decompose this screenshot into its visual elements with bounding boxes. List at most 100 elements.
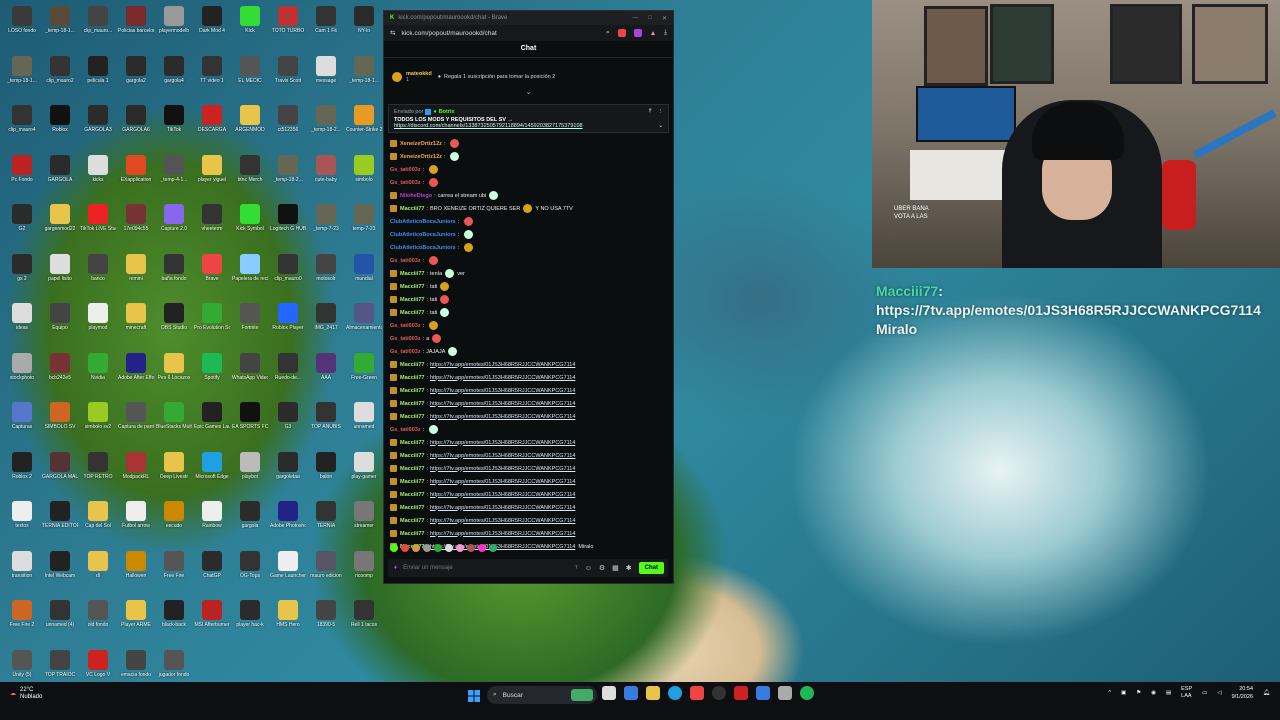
desktop-icon[interactable]: SIMBOLO SV [42, 402, 78, 430]
network-icon[interactable]: ▭ [1202, 690, 1207, 696]
desktop-icon[interactable]: textos [4, 501, 40, 529]
chat-message[interactable]: Gs_tati003z: [390, 319, 667, 332]
chat-link[interactable]: https://7tv.app/emotes/01JS3H68R5RJJCCWA… [430, 492, 575, 498]
desktop-icon[interactable]: Deep Livestr [156, 451, 192, 480]
desktop-icon[interactable]: TT video 1 [194, 55, 230, 84]
chat-message[interactable]: Macciii77: BRO XENEIZE ORTIZ QUIERE SER Y … [390, 202, 667, 215]
windows-start-icon[interactable] [468, 689, 480, 702]
minimize-icon[interactable]: — [632, 15, 638, 22]
desktop-icon[interactable]: NY-lo [346, 6, 382, 34]
desktop-icon[interactable]: cute-baby [308, 154, 344, 183]
desktop-icon[interactable]: TOTO TURBO [270, 6, 306, 34]
taskbar-search[interactable]: ⌕ Buscar [487, 686, 597, 704]
notification-icon[interactable]: 🔔︎ [1263, 690, 1270, 696]
desktop-icon[interactable]: Kick [232, 6, 268, 34]
chat-link[interactable]: https://7tv.app/emotes/01JS3H68R5RJJCCWA… [430, 388, 575, 394]
desktop-icon[interactable]: EA SPORTS FC 26 [232, 402, 268, 430]
desktop-icon[interactable]: Unity (5) [4, 649, 40, 678]
chat-username[interactable]: Macciii77 [400, 375, 424, 381]
desktop-icon[interactable]: _temp-4-1... [156, 154, 192, 183]
emote-icon[interactable] [478, 544, 486, 552]
gear-icon[interactable]: ✱ [626, 564, 632, 572]
tray-app-icon[interactable]: ▤ [1166, 690, 1171, 696]
desktop-icon[interactable]: simbolo [346, 154, 382, 183]
desktop-icon[interactable]: Pro Evolution Soccer 6 [194, 303, 230, 331]
chat-username[interactable]: Macciii77 [400, 479, 424, 485]
desktop-icon[interactable]: ricoomp [346, 550, 382, 579]
desktop-icon[interactable]: _temp-18-1... [42, 6, 78, 34]
desktop-icon[interactable]: play-gamer [346, 451, 382, 480]
chat-message[interactable]: Macciii77:https://7tv.app/emotes/01JS3H6… [390, 501, 667, 514]
chat-message[interactable]: Gs_tati003z: [390, 163, 667, 176]
desktop-icon[interactable]: EXapplication [118, 154, 154, 183]
desktop-icon[interactable]: Intel Webcam [42, 550, 78, 579]
url-text[interactable]: kick.com/popout/mauroookd/chat [401, 30, 496, 37]
chat-username[interactable]: Macciii77 [400, 206, 424, 212]
system-tray[interactable]: ^ ▣ ⚑ ◉ ▤ ESP LAA ▭ ◁ 20:54 9/1/2026 🔔︎ [1108, 685, 1270, 701]
desktop-icon[interactable]: player yiguel [194, 154, 230, 183]
chat-username[interactable]: NiloheDiego [400, 193, 432, 199]
chat-username[interactable]: Macciii77 [400, 401, 424, 407]
desktop-icon[interactable]: MSI Afterburner [194, 600, 230, 628]
7tv-icon[interactable]: ⁷ [575, 565, 578, 572]
chat-username[interactable]: Macciii77 [400, 466, 424, 472]
app-icon[interactable] [734, 686, 748, 700]
desktop-icon[interactable]: unnamed [346, 402, 382, 430]
desktop-icon[interactable]: _temp-18-1... [346, 55, 382, 84]
desktop-icon[interactable]: IMG_2417 [308, 303, 344, 331]
desktop-icon[interactable]: Counter-Strike 2 [346, 105, 382, 133]
desktop-icon[interactable]: 17e094c55 [118, 204, 154, 232]
desktop-icon[interactable]: Game Launcher [270, 550, 306, 579]
desktop-icon[interactable]: banco [80, 253, 116, 282]
desktop-icon[interactable]: kicks [80, 154, 116, 183]
desktop-icon[interactable]: GARGOLA [42, 154, 78, 183]
scroll-chevron-icon[interactable]: ⌄ [384, 89, 673, 96]
chat-username[interactable]: Gs_tati003z [390, 180, 421, 186]
chat-message[interactable]: Macciii77:https://7tv.app/emotes/01JS3H6… [390, 436, 667, 449]
desktop-icon[interactable]: unnamed (4) [42, 600, 78, 628]
address-bar[interactable]: ⇆ kick.com/popout/mauroookd/chat ⌕ ▲ ⤓ [384, 25, 673, 41]
chat-username[interactable]: XeneizeOrtiz12z [400, 141, 442, 147]
desktop-icon[interactable]: ARGENMOD [232, 105, 268, 133]
desktop-icon[interactable]: DESCARGA [194, 105, 230, 133]
chat-message[interactable]: XeneizeOrtiz12z: [390, 137, 667, 150]
chat-username[interactable]: Macciii77 [400, 492, 424, 498]
tray-app-icon[interactable]: ◉ [1151, 690, 1156, 696]
chat-message[interactable]: Macciii77: tenía ver [390, 267, 667, 280]
chat-username[interactable]: ClubAtleticoBocaJuniors [390, 245, 456, 251]
desktop-icon[interactable]: btnc Merch [232, 154, 268, 183]
desktop-icon[interactable]: Captura de pantalla [118, 402, 154, 430]
desktop-icon[interactable]: escudo [156, 501, 192, 529]
desktop-icon[interactable]: Free Fire [156, 550, 192, 579]
kick-emote-icon[interactable]: ▦ [612, 564, 619, 572]
chat-message[interactable]: ClubAtleticoBocaJuniors: [390, 215, 667, 228]
desktop-icon[interactable]: gargola [232, 501, 268, 529]
desktop-icon[interactable]: playermodelb [156, 6, 192, 34]
desktop-icon[interactable]: Rell 1 tacos [346, 600, 382, 628]
desktop-icon[interactable]: Adobe After Effects [118, 352, 154, 381]
chat-message[interactable]: Macciii77:https://7tv.app/emotes/01JS3H6… [390, 371, 667, 384]
chat-message[interactable]: ClubAtleticoBocaJuniors: [390, 241, 667, 254]
chat-link[interactable]: https://7tv.app/emotes/01JS3H68R5RJJCCWA… [430, 362, 575, 368]
emote-icon[interactable] [423, 544, 431, 552]
desktop-icon[interactable]: TikTok [156, 105, 192, 133]
desktop-icon[interactable]: mundial [346, 253, 382, 282]
chat-message[interactable]: Gs_tati003z: a [390, 332, 667, 345]
chat-link[interactable]: https://7tv.app/emotes/01JS3H68R5RJJCCWA… [430, 401, 575, 407]
emote-icon[interactable] [456, 544, 464, 552]
desktop-icon[interactable]: TikTok LIVE Studio [80, 204, 116, 232]
chat-message[interactable]: Macciii77: tati [390, 306, 667, 319]
desktop-icon[interactable]: black-back [156, 600, 192, 628]
chat-link[interactable]: https://7tv.app/emotes/01JS3H68R5RJJCCWA… [430, 414, 575, 420]
desktop-icon[interactable]: vheeterm [194, 204, 230, 232]
desktop-icon[interactable]: minecraft [118, 303, 154, 331]
chat-message[interactable]: Gs_tati003z: [390, 254, 667, 267]
emote-icon[interactable] [434, 544, 442, 552]
desktop-icon[interactable]: Pc Fondo [4, 154, 40, 183]
desktop-icon[interactable]: G2 [4, 204, 40, 232]
edge-icon[interactable] [668, 686, 682, 700]
desktop-icon[interactable]: Free-Green [346, 352, 382, 381]
chat-username[interactable]: Gs_tati003z [390, 349, 421, 355]
weather-widget[interactable]: ☁ 22°C Nublado [10, 687, 42, 701]
chat-username[interactable]: Macciii77 [400, 440, 424, 446]
